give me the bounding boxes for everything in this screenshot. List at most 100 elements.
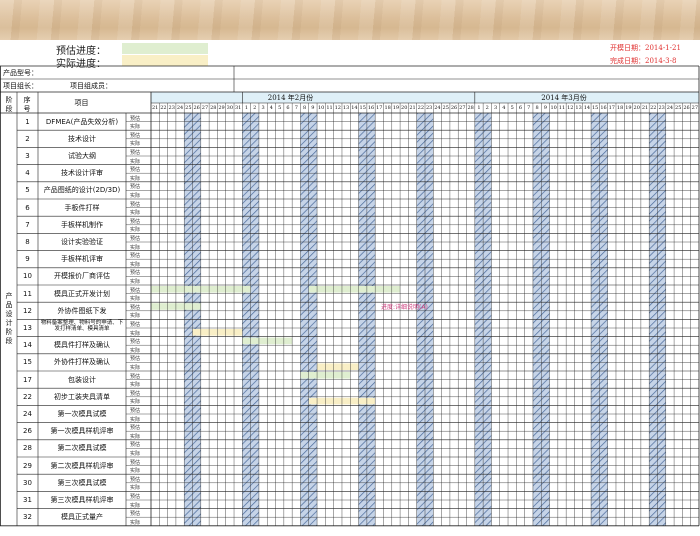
day-number: 7 [294,105,298,111]
row-kind-label: 实际 [130,382,141,389]
day-number: 30 [226,105,234,111]
task-number: 4 [25,169,30,178]
task-number: 32 [23,513,32,522]
schedule-bar-estimate [308,286,401,293]
task-number: 14 [23,341,32,350]
day-number: 1 [244,105,249,111]
row-kind-label: 实际 [130,519,141,526]
row-kind-label: 实际 [130,433,141,440]
row-kind-label: 预估 [130,149,141,156]
task-name: 第二次模具样机评审 [50,461,114,470]
day-number: 14 [351,105,358,111]
day-number: 22 [417,105,425,111]
day-number: 1 [477,105,481,111]
task-name: 包装设计 [68,375,96,384]
day-number: 29 [218,105,225,111]
day-number: 23 [658,105,665,111]
task-number: 3 [25,152,30,160]
day-number: 25 [675,105,682,111]
task-number: 30 [23,478,32,487]
day-number: 5 [510,105,514,111]
task-name: 技术设计评审 [61,169,103,178]
project-members-label: 项目组成员： [70,82,112,90]
day-number: 13 [342,105,350,111]
day-number: 14 [583,105,591,111]
row-kind-label: 实际 [130,261,141,268]
day-number: 8 [535,105,539,111]
day-number: 7 [527,105,531,111]
day-number: 13 [575,105,582,111]
row-kind-label: 实际 [130,141,141,148]
task-name: 设计实验验证 [61,238,103,246]
day-number: 2 [485,105,489,111]
row-kind-label: 预估 [130,425,141,432]
task-name: 开模报价厂商评估 [54,272,110,281]
seq-header: 序号 [23,96,31,113]
schedule-bar-actual [317,363,359,370]
day-number: 2 [253,105,257,111]
day-number: 22 [160,105,167,111]
day-number: 11 [558,105,566,111]
day-number: 20 [401,105,408,111]
day-number: 10 [550,105,557,111]
row-kind-label: 预估 [130,321,141,328]
task-number: 12 [23,306,32,315]
task-name: 手板件打样 [64,203,100,212]
day-number: 18 [616,105,624,111]
project-leader-label: 项目组长： [3,82,38,90]
day-number: 17 [608,105,615,111]
day-number: 24 [176,105,184,111]
day-number: 19 [392,105,400,111]
task-number: 15 [23,358,32,367]
day-number: 12 [334,105,341,111]
day-number: 23 [425,105,433,111]
row-kind-label: 预估 [130,476,141,483]
row-kind-label: 预估 [130,235,141,242]
row-kind-label: 预估 [130,459,141,466]
day-number: 25 [442,105,449,111]
task-name: 手板样机制作 [61,220,103,229]
day-number: 6 [518,105,523,111]
day-number: 16 [600,105,607,111]
day-number: 22 [650,105,657,111]
row-kind-label: 预估 [130,253,141,260]
day-number: 21 [151,105,159,111]
month-header-mar: 2014 年3月份 [541,94,587,102]
row-kind-label: 实际 [130,502,141,509]
row-kind-label: 预估 [130,373,141,380]
task-number: 13 [23,324,32,332]
task-number: 9 [25,255,30,264]
row-kind-label: 实际 [130,192,141,199]
day-number: 4 [502,105,506,111]
item-header: 项目 [74,99,89,107]
task-number: 10 [23,272,32,281]
task-name: 第三次模具试模 [57,478,107,487]
day-number: 15 [359,105,366,111]
row-kind-label: 实际 [130,347,141,354]
month-header-feb: 2014 年2月份 [267,94,314,102]
day-number: 27 [201,105,209,111]
row-kind-label: 实际 [130,364,141,371]
task-number: 28 [23,444,32,453]
day-number: 28 [210,105,217,111]
row-kind-label: 预估 [130,218,141,225]
day-number: 27 [459,105,466,111]
row-kind-label: 预估 [130,442,141,449]
day-number: 28 [467,105,474,111]
day-number: 24 [666,105,674,111]
row-kind-label: 预估 [130,270,141,277]
day-number: 16 [367,105,375,111]
row-kind-label: 预估 [130,304,141,311]
row-kind-label: 预估 [130,132,141,139]
task-number: 5 [25,186,30,195]
day-number: 26 [683,105,690,111]
day-number: 5 [278,105,282,111]
task-name: 模具正式量产 [61,513,103,522]
product-model-label: 产品型号： [3,69,38,77]
day-number: 4 [269,105,273,111]
row-kind-label: 预估 [130,167,141,174]
day-number: 21 [409,105,416,111]
task-name: 模具件打样及确认 [54,341,110,350]
day-number: 26 [450,105,458,111]
stage-header: 阶段 [5,96,13,113]
